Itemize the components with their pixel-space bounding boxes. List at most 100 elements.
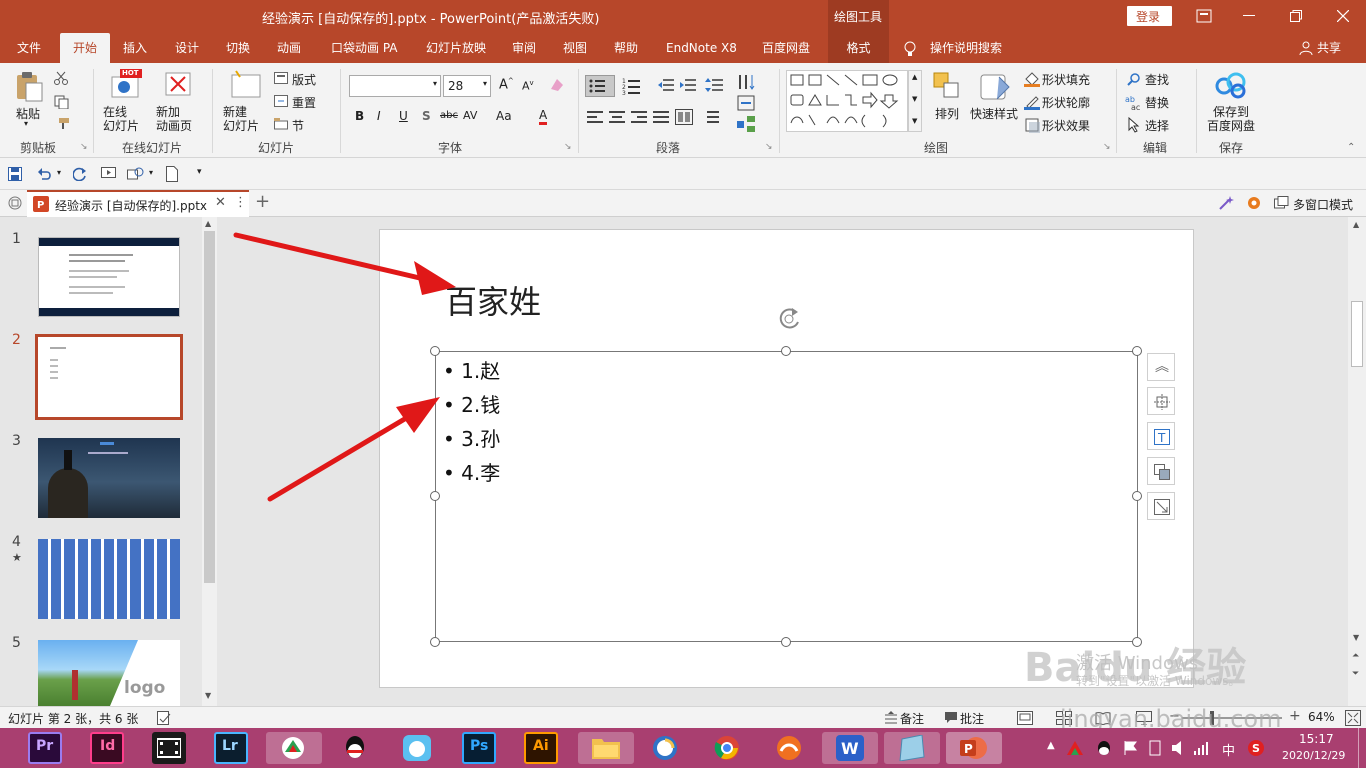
line-spacing-icon[interactable] xyxy=(705,78,723,92)
paste-icon[interactable] xyxy=(14,71,44,103)
tray-device-icon[interactable] xyxy=(1147,740,1163,756)
resize-handle[interactable] xyxy=(430,637,440,647)
layout-icon[interactable] xyxy=(274,72,288,84)
editor-scrollbar[interactable]: ▲ ▼ ⏶ ⏷ xyxy=(1348,217,1366,706)
reset-label[interactable]: 重置 xyxy=(292,94,316,111)
char-spacing-button[interactable]: AV xyxy=(463,109,477,122)
resize-handle[interactable] xyxy=(781,637,791,647)
zoom-level[interactable]: 64% xyxy=(1308,710,1335,724)
tray-expand-icon[interactable]: ▲ xyxy=(1047,740,1055,751)
volume-icon[interactable] xyxy=(1171,740,1187,756)
paragraph-launcher-icon[interactable]: ↘ xyxy=(765,142,773,152)
bullets-button[interactable] xyxy=(585,75,615,97)
ribbon-display-icon[interactable] xyxy=(1196,9,1212,23)
multi-window-icon[interactable] xyxy=(1274,196,1290,210)
shapes-gallery-scroll[interactable]: ▲ ▼ ▼ xyxy=(908,70,922,132)
notes-icon[interactable] xyxy=(884,711,898,725)
close-tab-icon[interactable]: ✕ xyxy=(215,195,226,210)
smartart-icon[interactable] xyxy=(737,116,757,132)
arrange-icon[interactable] xyxy=(932,71,962,101)
italic-button[interactable]: I xyxy=(377,109,381,123)
collapse-ribbon-icon[interactable]: ⌃ xyxy=(1347,142,1355,153)
taskbar-photoshop-icon[interactable]: Ps xyxy=(462,732,496,764)
layout-options-button[interactable]: ︽ xyxy=(1147,353,1175,381)
normal-view-icon[interactable] xyxy=(1017,711,1033,725)
increase-font-icon[interactable]: A^ xyxy=(499,77,514,92)
comments-icon[interactable] xyxy=(944,711,958,725)
clipboard-launcher-icon[interactable]: ↘ xyxy=(80,142,88,152)
taskbar-illustrator-icon[interactable]: Ai xyxy=(524,732,558,764)
shape-position-button[interactable] xyxy=(1147,387,1175,415)
taskbar-app-7-icon[interactable] xyxy=(400,732,434,764)
shape-resize-button[interactable] xyxy=(1147,492,1175,520)
columns-icon[interactable] xyxy=(675,109,693,125)
decrease-font-icon[interactable]: Av xyxy=(522,79,534,93)
align-left-icon[interactable] xyxy=(587,110,603,124)
replace-icon[interactable]: abac xyxy=(1125,94,1143,110)
change-case-button[interactable]: Aa xyxy=(496,109,512,123)
tray-flag-icon[interactable] xyxy=(1123,740,1139,756)
fit-to-window-icon[interactable] xyxy=(1345,710,1361,726)
tab-design[interactable]: 设计 xyxy=(175,33,199,63)
taskbar-video-editor-icon[interactable] xyxy=(152,732,186,764)
sogou-ime-icon[interactable]: S xyxy=(1247,739,1265,757)
notes-button[interactable]: 备注 xyxy=(900,710,924,727)
taskbar-chrome-icon[interactable] xyxy=(710,732,744,764)
format-painter-icon[interactable] xyxy=(54,117,70,131)
text-direction-icon[interactable] xyxy=(707,110,723,124)
tab-home[interactable]: 开始 xyxy=(60,33,110,63)
reset-icon[interactable] xyxy=(274,95,288,107)
shape-outline-icon[interactable] xyxy=(1024,94,1040,110)
taskbar-indesign-icon[interactable]: Id xyxy=(90,732,124,764)
comments-button[interactable]: 批注 xyxy=(960,710,984,727)
next-slide-icon[interactable]: ⏷ xyxy=(1352,669,1359,679)
align-center-icon[interactable] xyxy=(609,110,625,124)
shapes-gallery[interactable] xyxy=(786,70,908,132)
select-cursor-icon[interactable] xyxy=(1127,117,1141,133)
restore-icon[interactable] xyxy=(1290,10,1302,22)
rotate-handle-icon[interactable] xyxy=(776,306,804,330)
quick-styles-label[interactable]: 快速样式 xyxy=(970,105,1018,122)
previous-slide-icon[interactable]: ⏶ xyxy=(1352,651,1359,661)
clear-format-icon[interactable] xyxy=(549,77,565,93)
new-animation-page-label[interactable]: 新加 动画页 xyxy=(156,105,192,133)
redo-icon[interactable] xyxy=(73,167,87,181)
taskbar-browser-360-icon[interactable] xyxy=(648,732,682,764)
shape-layer-button[interactable] xyxy=(1147,457,1175,485)
login-button[interactable]: 登录 xyxy=(1127,6,1172,26)
paste-dropdown-icon[interactable]: ▾ xyxy=(24,119,28,128)
new-file-icon[interactable] xyxy=(166,166,178,182)
spell-check-icon[interactable] xyxy=(157,711,171,725)
slide-thumbnail-1[interactable] xyxy=(38,237,180,317)
tab-menu-icon[interactable]: ⋮ xyxy=(234,195,247,210)
new-slide-icon[interactable] xyxy=(230,69,262,99)
minimize-icon[interactable] xyxy=(1243,15,1255,17)
underline-button[interactable]: U xyxy=(399,109,408,123)
network-signal-icon[interactable] xyxy=(1193,740,1209,756)
doc-tab[interactable]: P 经验演示 [自动保存的].pptx ✕ ⋮ xyxy=(27,190,249,217)
tray-qq-icon[interactable] xyxy=(1097,740,1111,756)
shape-outline-label[interactable]: 形状轮廓 xyxy=(1042,94,1090,111)
magic-wand-icon[interactable] xyxy=(1218,195,1234,211)
resize-handle[interactable] xyxy=(1132,346,1142,356)
zoom-in-icon[interactable]: + xyxy=(1289,708,1301,724)
tab-pocket-animation[interactable]: 口袋动画 PA xyxy=(331,33,398,63)
align-text-icon[interactable] xyxy=(737,95,757,111)
online-slide-icon[interactable]: HOT xyxy=(110,69,142,99)
decrease-indent-icon[interactable] xyxy=(658,78,674,92)
show-desktop-button[interactable] xyxy=(1358,728,1366,768)
layout-label[interactable]: 版式 xyxy=(292,71,316,88)
section-label[interactable]: 节 xyxy=(292,117,304,134)
section-icon[interactable] xyxy=(274,118,288,130)
taskbar-qq-icon[interactable] xyxy=(338,732,372,764)
clock-time[interactable]: 15:17 xyxy=(1299,732,1334,746)
tab-view[interactable]: 视图 xyxy=(563,33,587,63)
tab-insert[interactable]: 插入 xyxy=(123,33,147,63)
shape-fill-label[interactable]: 形状填充 xyxy=(1042,71,1090,88)
text-direction-vertical-icon[interactable] xyxy=(737,73,757,91)
slide-thumbnail-4[interactable] xyxy=(38,539,181,619)
shadow-button[interactable]: S xyxy=(422,109,431,123)
justify-icon[interactable] xyxy=(653,110,669,124)
customize-qat-icon[interactable]: ▾ xyxy=(197,167,202,177)
taskbar-lightroom-icon[interactable]: Lr xyxy=(214,732,248,764)
